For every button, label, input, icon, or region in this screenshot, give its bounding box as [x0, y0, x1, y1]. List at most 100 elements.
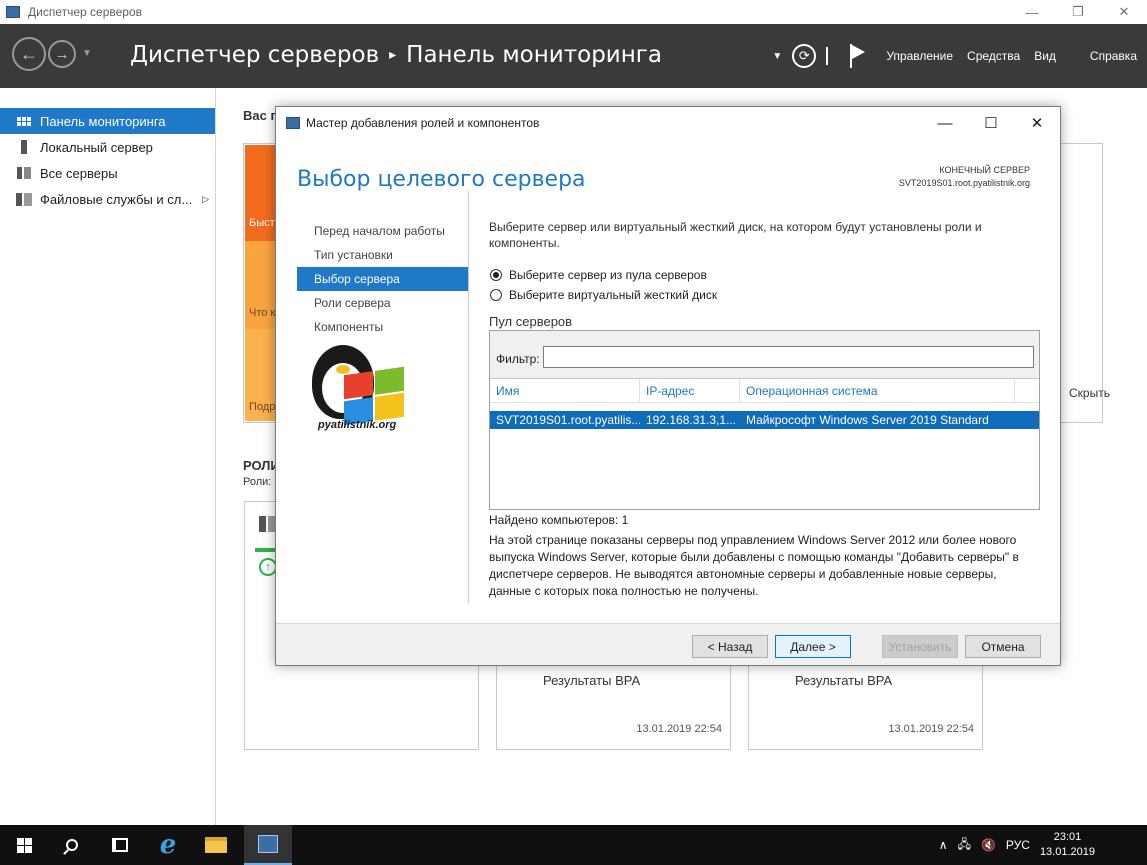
next-button[interactable]: Далее > [775, 635, 851, 658]
radio-server-pool[interactable]: Выберите сервер из пула серверов [490, 265, 1049, 285]
step-features[interactable]: Компоненты [297, 315, 468, 339]
tray-expand-icon[interactable]: ∧ [939, 838, 948, 852]
cell-name: SVT2019S01.root.pyatilis... [496, 413, 640, 427]
wizard-minimize-button[interactable]: — [922, 107, 968, 139]
cancel-button[interactable]: Отмена [965, 635, 1041, 658]
radio-vhd[interactable]: Выберите виртуальный жесткий диск [490, 285, 1049, 305]
radio-unselected-icon[interactable] [490, 289, 502, 301]
filter-input[interactable] [543, 346, 1034, 368]
radio-label: Выберите сервер из пула серверов [509, 268, 707, 282]
sidebar-item-dashboard[interactable]: Панель мониторинга [0, 108, 215, 134]
destination-label: КОНЕЧНЫЙ СЕРВЕР [939, 165, 1030, 175]
hide-link[interactable]: Скрыть [1069, 386, 1110, 400]
file-services-icon [16, 192, 32, 206]
step-server-selection[interactable]: Выбор сервера [297, 267, 468, 291]
notifications-flag-icon[interactable] [848, 44, 866, 68]
radio-label: Выберите виртуальный жесткий диск [509, 288, 718, 302]
history-dropdown-icon[interactable]: ▼ [82, 48, 92, 59]
servers-icon [16, 166, 32, 180]
header-actions: ▼ ⟳ Управление Средства Вид Справка [772, 38, 1137, 74]
back-button[interactable]: < Назад [692, 635, 768, 658]
task-view-icon [112, 838, 128, 852]
window-titlebar: Диспетчер серверов — ❐ ✕ [0, 0, 1147, 24]
language-indicator[interactable]: РУС [1006, 838, 1030, 852]
server-manager-taskbar-button[interactable] [244, 825, 292, 865]
column-name[interactable]: Имя [490, 379, 640, 403]
column-os[interactable]: Операционная система [740, 379, 1015, 403]
step-installation-type[interactable]: Тип установки [297, 243, 468, 267]
task-view-button[interactable] [96, 825, 144, 865]
column-extra [1015, 379, 1039, 403]
breadcrumb-root[interactable]: Диспетчер серверов [130, 42, 379, 68]
bpa-date: 13.01.2019 22:54 [888, 723, 974, 735]
table-row[interactable]: SVT2019S01.root.pyatilis... 192.168.31.3… [490, 411, 1039, 429]
close-button[interactable]: ✕ [1101, 0, 1147, 24]
clock[interactable]: 23:01 13.01.2019 [1040, 830, 1095, 860]
filter-row: Фильтр: [490, 331, 1039, 379]
roles-subtitle: Роли: [243, 476, 272, 488]
cell-ip: 192.168.31.3,1... [646, 413, 737, 427]
filter-label: Фильтр: [496, 352, 540, 366]
wizard-title: Мастер добавления ролей и компонентов [306, 116, 540, 130]
wizard-content: Выберите сервер или виртуальный жесткий … [489, 219, 1049, 305]
file-explorer-button[interactable] [192, 825, 240, 865]
sidebar-item-label: Все серверы [40, 165, 118, 181]
sidebar-item-label: Локальный сервер [40, 139, 153, 155]
network-icon[interactable]: 🖧 [958, 835, 971, 856]
menu-help[interactable]: Справка [1090, 49, 1137, 63]
sidebar: Панель мониторинга Локальный сервер Все … [0, 88, 216, 825]
learn-more-tab[interactable]: Подр [245, 329, 277, 421]
found-count: Найдено компьютеров: 1 [489, 513, 629, 527]
wizard-window-controls: — ☐ ✕ [922, 107, 1060, 139]
quick-start-tab[interactable]: Быст [245, 145, 277, 241]
wizard-icon [286, 117, 300, 129]
bpa-tile[interactable]: Результаты BPA 13.01.2019 22:54 [748, 660, 983, 750]
server-icon [16, 140, 32, 154]
expand-arrow-icon[interactable]: ▷ [202, 194, 209, 205]
server-pool-title: Пул серверов [489, 314, 573, 329]
dashboard-icon [16, 114, 32, 128]
window-controls: — ❐ ✕ [1009, 0, 1147, 24]
refresh-icon[interactable]: ⟳ [792, 44, 817, 68]
wizard-footer: < Назад Далее > Установить Отмена [276, 623, 1060, 665]
internet-explorer-button[interactable]: e [144, 825, 192, 865]
add-roles-wizard: Мастер добавления ролей и компонентов — … [275, 106, 1061, 666]
dropdown-icon[interactable]: ▼ [772, 51, 782, 62]
step-before-you-begin[interactable]: Перед началом работы [297, 219, 468, 243]
breadcrumb-current: Панель мониторинга [406, 42, 662, 68]
taskbar: e ∧ 🖧 🔇 РУС 23:01 13.01.2019 [0, 825, 1147, 865]
system-tray: ∧ 🖧 🔇 РУС 23:01 13.01.2019 [939, 825, 1147, 865]
radio-selected-icon[interactable] [490, 269, 502, 281]
sidebar-item-local-server[interactable]: Локальный сервер [0, 134, 215, 160]
minimize-button[interactable]: — [1009, 0, 1055, 24]
welcome-title: Вас п [243, 108, 279, 123]
clock-date: 13.01.2019 [1039, 846, 1095, 858]
wizard-maximize-icon[interactable]: ☐ [968, 107, 1014, 139]
separator [826, 47, 829, 65]
divider [468, 191, 469, 603]
install-button[interactable]: Установить [882, 635, 958, 658]
column-ip[interactable]: IP-адрес [640, 379, 740, 403]
bpa-date: 13.01.2019 22:54 [636, 723, 722, 735]
search-button[interactable] [48, 825, 96, 865]
forward-arrow-icon[interactable]: → [48, 40, 76, 68]
destination-value: SVT2019S01.root.pyatilistnik.org [898, 178, 1030, 188]
start-button[interactable] [0, 825, 48, 865]
sidebar-item-file-services[interactable]: Файловые службы и сл... ▷ [0, 186, 215, 212]
whats-new-tab[interactable]: Что к [245, 241, 277, 329]
menu-manage[interactable]: Управление [886, 49, 953, 63]
restore-button[interactable]: ❐ [1055, 0, 1101, 24]
windows-flag-icon [344, 366, 404, 426]
sidebar-item-label: Панель мониторинга [40, 113, 166, 129]
step-server-roles[interactable]: Роли сервера [297, 291, 468, 315]
menu-tools[interactable]: Средства [967, 49, 1020, 63]
volume-muted-icon[interactable]: 🔇 [981, 838, 996, 852]
table-header: Имя IP-адрес Операционная система [490, 379, 1039, 403]
back-arrow-icon[interactable]: ← [12, 37, 46, 71]
clock-time: 23:01 [1053, 831, 1082, 843]
wizard-close-button[interactable]: ✕ [1014, 107, 1060, 139]
menu-view[interactable]: Вид [1034, 49, 1056, 63]
sidebar-item-all-servers[interactable]: Все серверы [0, 160, 215, 186]
internet-explorer-icon: e [159, 830, 177, 860]
bpa-tile[interactable]: Результаты BPA 13.01.2019 22:54 [496, 660, 731, 750]
